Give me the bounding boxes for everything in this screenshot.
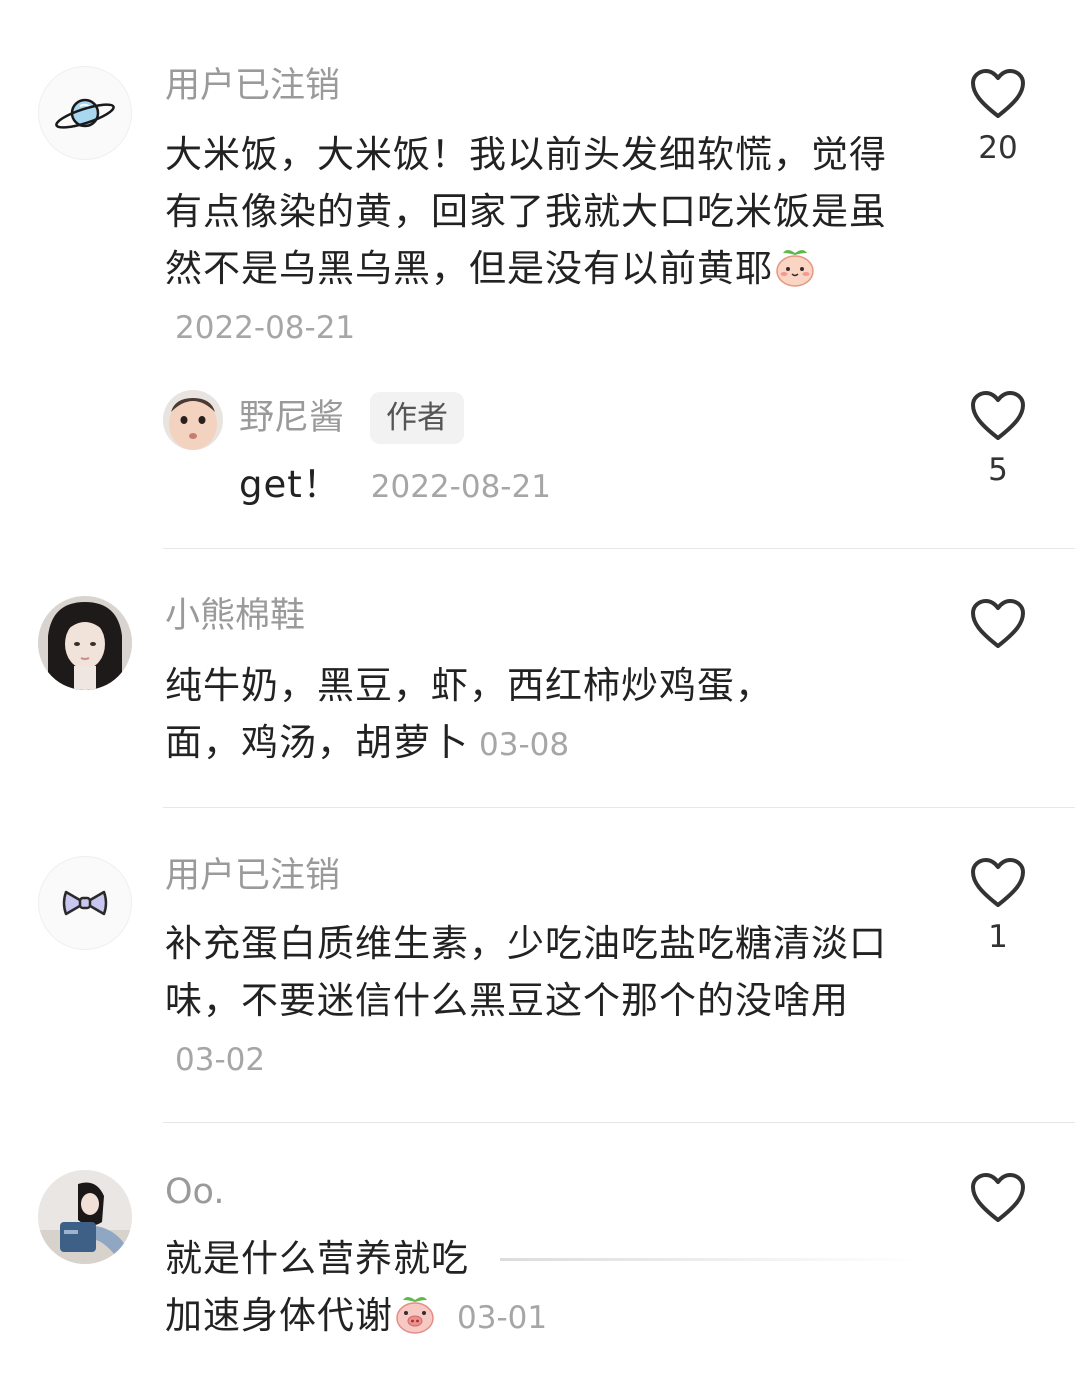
comment-author[interactable]: 小熊棉鞋 [165,594,305,638]
comment-text: 大米饭，大米饭！我以前头发细软慌，觉得有点像染的黄，回家了我就大口吃米饭是虽然不… [165,126,905,357]
like-button[interactable]: 20 [968,68,1028,166]
comment-line: 就是什么营养就吃 [165,1230,920,1287]
heart-icon [968,857,1028,909]
girl-photo-avatar[interactable] [38,596,132,690]
baby-face-avatar[interactable] [163,390,223,450]
comment-body: 就是什么营养就吃 [165,1237,469,1280]
comment-time: 03-02 [175,1042,266,1078]
comment-time: 03-08 [479,727,570,763]
heart-icon [968,1172,1028,1224]
like-count: 1 [988,919,1008,955]
comment-text: 就是什么营养就吃 加速身体代谢 03-01 [165,1230,920,1347]
comment-time: 03-01 [457,1300,548,1336]
like-count: 5 [988,452,1008,488]
reply-time: 2022-08-21 [370,469,551,505]
reply-author[interactable]: 野尼酱 [239,396,344,440]
reply-body: get！ [239,463,341,506]
comment-body: 纯牛奶，黑豆，虾，西红柿炒鸡蛋，面，鸡汤，胡萝卜 [165,664,773,764]
reply-text: get！ 2022-08-21 [239,456,839,516]
like-button[interactable]: 1 [968,857,1028,955]
planet-icon [38,66,132,160]
comment-time: 2022-08-21 [175,310,356,346]
pig-face-emoji [393,1292,437,1336]
bow-icon [38,856,132,950]
author-badge: 作者 [370,392,464,444]
comment-body: 加速身体代谢 [165,1294,393,1337]
comment-text: 补充蛋白质维生素，少吃油吃盐吃糖清淡口味，不要迷信什么黑豆这个那个的没啥用 03-… [165,915,905,1089]
like-button[interactable] [968,1172,1028,1234]
like-count: 20 [978,130,1018,166]
divider [163,1122,1075,1123]
girl-photo-avatar[interactable] [38,1170,132,1264]
comment-author[interactable]: Oo. [165,1170,224,1214]
divider [163,548,1075,549]
comment-author[interactable]: 用户已注销 [165,64,340,108]
like-button[interactable]: 5 [968,390,1028,488]
comment-body: 补充蛋白质维生素，少吃油吃盐吃糖清淡口味，不要迷信什么黑豆这个那个的没啥用 [165,922,887,1022]
comment-author[interactable]: 用户已注销 [165,854,340,898]
avatar[interactable] [38,66,132,160]
comment-line: 加速身体代谢 03-01 [165,1287,905,1347]
heart-icon [968,598,1028,650]
like-button[interactable] [968,598,1028,660]
heart-icon [968,68,1028,120]
divider [163,807,1075,808]
avatar[interactable] [38,856,132,950]
comment-text: 纯牛奶，黑豆，虾，西红柿炒鸡蛋，面，鸡汤，胡萝卜 03-08 [165,657,845,774]
peach-face-emoji [773,245,817,289]
highlight-line [500,1258,920,1261]
heart-icon [968,390,1028,442]
